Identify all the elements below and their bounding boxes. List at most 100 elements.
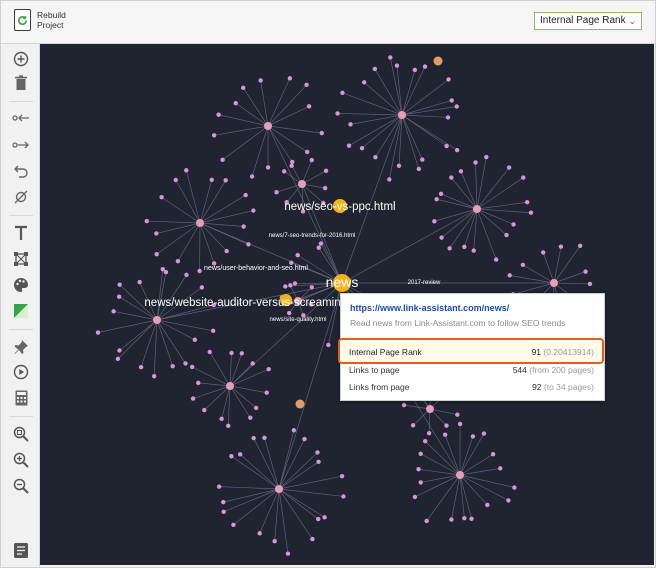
graph-node[interactable]	[373, 155, 378, 160]
undo-button[interactable]	[11, 161, 31, 181]
graph-node[interactable]	[262, 435, 267, 441]
graph-node[interactable]	[295, 252, 300, 258]
graph-node[interactable]	[309, 285, 315, 290]
graph-node[interactable]	[209, 177, 214, 182]
graph-node[interactable]	[558, 244, 564, 249]
graph-node[interactable]	[233, 101, 238, 106]
graph-node[interactable]	[288, 283, 293, 288]
graph-node[interactable]	[116, 294, 122, 299]
graph-node[interactable]	[318, 241, 324, 246]
graph-node[interactable]	[583, 269, 588, 274]
graph-node[interactable]	[183, 361, 188, 366]
graph-node[interactable]	[216, 484, 222, 489]
delete-button[interactable]	[11, 73, 31, 93]
zoom-out-button[interactable]	[11, 476, 31, 496]
graph-node[interactable]	[470, 434, 476, 439]
graph-node[interactable]	[253, 405, 259, 411]
graph-node[interactable]	[445, 115, 451, 120]
graph-node[interactable]	[473, 160, 478, 165]
graph-node[interactable]	[511, 222, 516, 227]
graph-node[interactable]	[285, 551, 291, 556]
graph-node[interactable]	[111, 309, 116, 314]
graph-node[interactable]	[339, 473, 345, 479]
graph-node[interactable]	[115, 356, 121, 362]
graph-node[interactable]	[422, 64, 428, 69]
node-color-button[interactable]	[11, 301, 31, 321]
graph-node[interactable]	[292, 281, 298, 286]
calculator-button[interactable]	[11, 388, 31, 408]
graph-node[interactable]	[416, 166, 422, 172]
graph-node[interactable]	[249, 174, 255, 179]
layout-button[interactable]	[11, 249, 31, 269]
graph-node[interactable]	[246, 242, 251, 247]
graph-hub-node[interactable]	[226, 382, 234, 390]
graph-node[interactable]	[241, 224, 246, 229]
graph-node[interactable]	[521, 175, 526, 180]
graph-node[interactable]	[243, 192, 248, 198]
graph-node[interactable]	[485, 502, 490, 508]
graph-node[interactable]	[335, 111, 340, 116]
graph-node[interactable]	[420, 157, 425, 162]
graph-node[interactable]	[587, 281, 593, 287]
hide-node-button[interactable]	[11, 187, 31, 207]
graph-node[interactable]	[305, 149, 310, 155]
graph-node[interactable]	[219, 416, 224, 422]
graph-node[interactable]	[190, 396, 196, 401]
graph-node[interactable]	[326, 342, 331, 348]
graph-node[interactable]	[424, 518, 429, 524]
graph-node[interactable]	[434, 197, 439, 202]
graph-node[interactable]	[251, 208, 256, 213]
graph-node[interactable]	[137, 279, 142, 285]
graph-node[interactable]	[315, 450, 320, 455]
graph-node[interactable]	[257, 531, 262, 536]
graph-node[interactable]	[372, 66, 378, 72]
graph-node[interactable]	[316, 245, 321, 250]
graph-node[interactable]	[216, 112, 221, 117]
graph-node[interactable]	[220, 157, 225, 163]
graph-node[interactable]	[484, 154, 489, 160]
graph-node[interactable]	[248, 415, 253, 420]
graph-node[interactable]	[154, 231, 159, 236]
graph-node[interactable]	[229, 454, 234, 459]
graph-node[interactable]	[265, 165, 271, 170]
graph-hub-node[interactable]	[550, 279, 558, 287]
graph-node[interactable]	[272, 539, 277, 544]
graph-node[interactable]	[340, 90, 345, 95]
graph-node[interactable]	[493, 257, 499, 262]
graph-node[interactable]	[173, 177, 178, 183]
add-node-button[interactable]	[11, 49, 31, 69]
graph-node[interactable]	[469, 516, 474, 521]
graph-node[interactable]	[221, 499, 226, 505]
graph-node[interactable]	[512, 485, 517, 490]
graph-node[interactable]	[412, 494, 418, 500]
graph-node[interactable]	[221, 509, 226, 515]
metric-select[interactable]: Internal Page Rank ⌄	[534, 12, 642, 30]
graph-node[interactable]	[223, 178, 228, 183]
graph-node[interactable]	[423, 439, 428, 444]
graph-hub-node[interactable]	[264, 122, 272, 130]
graph-node[interactable]	[454, 104, 459, 109]
graph-node[interactable]	[316, 459, 321, 465]
incoming-links-button[interactable]	[11, 108, 31, 128]
graph-node[interactable]	[410, 423, 416, 428]
graph-node[interactable]	[184, 168, 189, 173]
graph-node[interactable]	[290, 159, 295, 165]
graph-node[interactable]	[304, 82, 309, 88]
graph-node[interactable]	[507, 273, 512, 278]
play-button[interactable]	[11, 362, 31, 382]
graph-node[interactable]	[310, 536, 315, 542]
graph-node[interactable]	[412, 67, 418, 73]
graph-node-orange[interactable]	[295, 399, 305, 409]
graph-node[interactable]	[210, 328, 216, 334]
graph-node[interactable]	[251, 435, 256, 441]
graph-node[interactable]	[283, 284, 288, 289]
graph-node[interactable]	[224, 248, 229, 254]
graph-node[interactable]	[239, 351, 244, 356]
graph-node[interactable]	[442, 432, 448, 437]
graph-node[interactable]	[202, 407, 207, 413]
graph-node[interactable]	[192, 337, 198, 342]
rebuild-project-button[interactable]: Rebuild Project	[14, 9, 66, 31]
graph-node[interactable]	[457, 421, 463, 427]
graph-node[interactable]	[196, 380, 201, 386]
graph-node[interactable]	[323, 168, 329, 174]
